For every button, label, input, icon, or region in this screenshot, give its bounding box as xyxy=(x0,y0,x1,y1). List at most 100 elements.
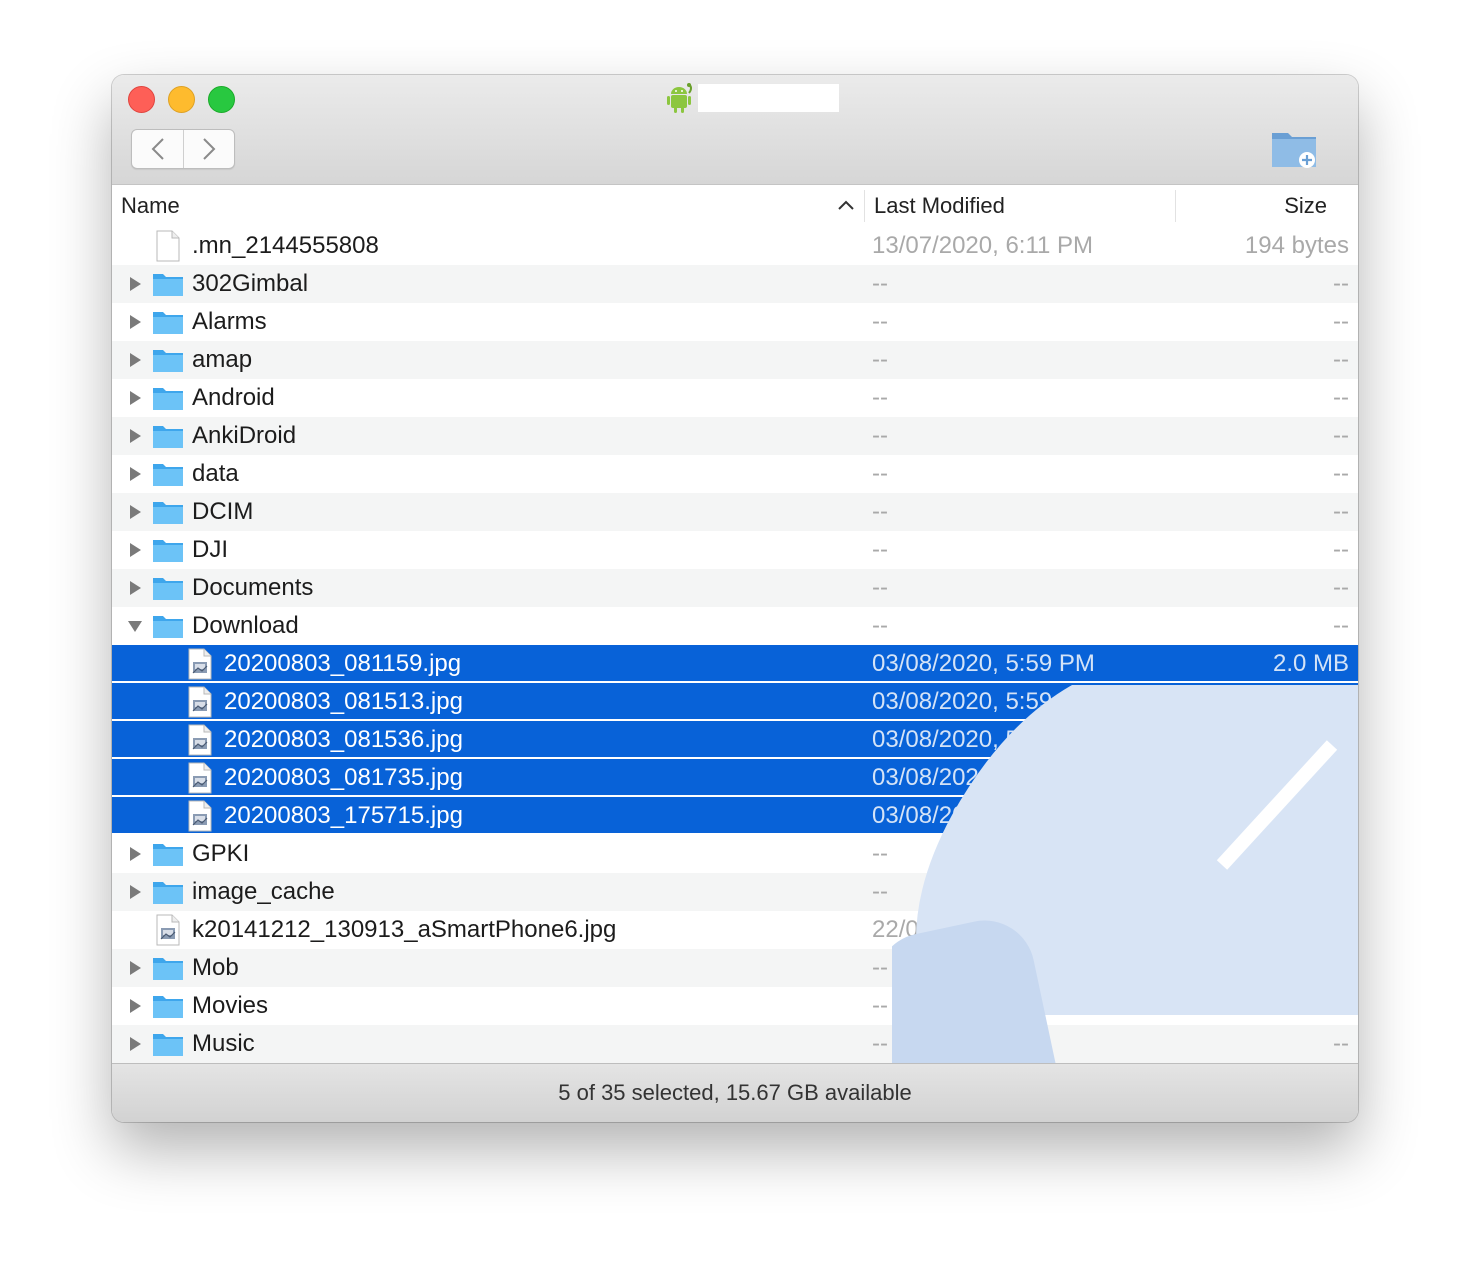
folder-icon xyxy=(153,502,183,524)
file-size-value: -- xyxy=(1333,460,1349,487)
disclosure-triangle-right-icon[interactable] xyxy=(128,352,142,368)
last-modified-value: -- xyxy=(872,840,888,867)
disclosure-triangle-down-icon[interactable] xyxy=(128,618,142,634)
file-transfer-window: Name Last Modified Size .mn_2144555808 13… xyxy=(112,75,1358,1122)
file-size-value: 2.8 MB xyxy=(1272,688,1349,715)
folder-row[interactable]: image_cache -- -- xyxy=(112,873,1358,911)
file-name: DJI xyxy=(192,536,228,563)
last-modified-value: -- xyxy=(872,536,888,563)
size-column-header[interactable]: Size xyxy=(1284,185,1327,227)
file-name: Android xyxy=(192,384,275,411)
disclosure-triangle-right-icon[interactable] xyxy=(128,504,142,520)
last-modified-value: -- xyxy=(872,270,888,297)
device-name-field xyxy=(698,84,839,112)
last-modified-value: 03/08/2020, 5:59 PM xyxy=(872,650,1095,677)
column-divider[interactable] xyxy=(864,190,865,222)
folder-icon xyxy=(153,616,183,638)
chevron-up-icon xyxy=(838,200,854,210)
folder-row[interactable]: amap -- -- xyxy=(112,341,1358,379)
file-name: 302Gimbal xyxy=(192,270,309,297)
last-modified-value: -- xyxy=(872,498,888,525)
last-modified-value: 03/08/2020, 5:59 PM xyxy=(872,726,1095,753)
folder-row[interactable]: Alarms -- -- xyxy=(112,303,1358,341)
disclosure-triangle-right-icon[interactable] xyxy=(128,314,142,330)
file-name: Movies xyxy=(192,992,269,1019)
file-name: GPKI xyxy=(192,840,250,867)
folder-row[interactable]: AnkiDroid -- -- xyxy=(112,417,1358,455)
chevron-right-icon xyxy=(202,138,215,160)
file-size-value: 194 bytes xyxy=(1244,232,1349,259)
file-row[interactable]: 20200803_081513.jpg 03/08/2020, 5:59 PM 2.… xyxy=(112,683,1358,721)
folder-row[interactable]: Android -- -- xyxy=(112,379,1358,417)
android-device-icon xyxy=(667,83,692,113)
folder-icon xyxy=(153,274,183,296)
disclosure-triangle-right-icon[interactable] xyxy=(128,884,142,900)
file-name: image_cache xyxy=(192,878,335,905)
disclosure-triangle-right-icon[interactable] xyxy=(128,960,142,976)
file-name: 20200803_081159.jpg xyxy=(224,650,462,677)
folder-row[interactable]: Download -- -- xyxy=(112,607,1358,645)
folder-row[interactable]: DJI -- -- xyxy=(112,531,1358,569)
file-row[interactable]: 20200803_081735.jpg 03/08/2020, 5:59 PM 1.… xyxy=(112,759,1358,797)
file-name: DCIM xyxy=(192,498,254,525)
file-size-value: -- xyxy=(1333,536,1349,563)
close-window-button[interactable] xyxy=(128,86,155,113)
disclosure-triangle-right-icon[interactable] xyxy=(128,390,142,406)
folder-row[interactable]: GPKI -- -- xyxy=(112,835,1358,873)
file-size-value: -- xyxy=(1333,1030,1349,1057)
disclosure-triangle-right-icon[interactable] xyxy=(128,428,142,444)
disclosure-triangle-right-icon[interactable] xyxy=(128,276,142,292)
navigation-buttons xyxy=(131,129,235,169)
folder-icon xyxy=(153,1034,183,1056)
folder-row[interactable]: Music -- -- xyxy=(112,1025,1358,1063)
folder-row[interactable]: Movies -- -- xyxy=(112,987,1358,1025)
column-divider[interactable] xyxy=(1175,190,1176,222)
last-modified-value: -- xyxy=(872,878,888,905)
file-name: amap xyxy=(192,346,253,373)
last-modified-value: -- xyxy=(872,460,888,487)
file-size-value: -- xyxy=(1333,384,1349,411)
file-size-value: -- xyxy=(1333,346,1349,373)
column-header: Name Last Modified Size xyxy=(112,185,1358,227)
file-name: Alarms xyxy=(192,308,267,335)
last-modified-column-header[interactable]: Last Modified xyxy=(874,185,1005,227)
image-file-icon xyxy=(188,800,212,832)
last-modified-value: 22/05/2020, 7:38 PM xyxy=(872,916,1095,943)
disclosure-triangle-right-icon[interactable] xyxy=(128,542,142,558)
folder-icon xyxy=(153,350,183,372)
folder-icon xyxy=(153,464,183,486)
file-size-value: 2.0 MB xyxy=(1272,650,1349,677)
file-row[interactable]: 20200803_175715.jpg 03/08/2020, 5:59 PM 3.… xyxy=(112,797,1358,835)
folder-row[interactable]: Mob -- -- xyxy=(112,949,1358,987)
disclosure-triangle-right-icon[interactable] xyxy=(128,998,142,1014)
new-folder-button[interactable] xyxy=(1270,127,1320,171)
forward-button[interactable] xyxy=(183,130,234,168)
file-row[interactable]: k20141212_130913_aSmartPhone6.jpg 22/05/2… xyxy=(112,911,1358,949)
disclosure-triangle-right-icon[interactable] xyxy=(128,1036,142,1052)
name-column-header[interactable]: Name xyxy=(121,185,180,227)
disclosure-triangle-right-icon[interactable] xyxy=(128,580,142,596)
folder-row[interactable]: Documents -- -- xyxy=(112,569,1358,607)
disclosure-triangle-right-icon[interactable] xyxy=(128,466,142,482)
file-name: 20200803_175715.jpg xyxy=(224,802,463,829)
folder-icon xyxy=(153,540,183,562)
chevron-left-icon xyxy=(151,138,164,160)
folder-row[interactable]: DCIM -- -- xyxy=(112,493,1358,531)
image-file-icon xyxy=(188,762,212,794)
last-modified-value: 03/08/2020, 5:59 PM xyxy=(872,688,1095,715)
file-size-value: -- xyxy=(1333,992,1349,1019)
file-size-value: -- xyxy=(1333,422,1349,449)
disclosure-triangle-right-icon[interactable] xyxy=(128,846,142,862)
file-size-value: 123 KB xyxy=(1270,916,1349,943)
minimize-window-button[interactable] xyxy=(168,86,195,113)
file-row[interactable]: .mn_2144555808 13/07/2020, 6:11 PM 194 byt… xyxy=(112,227,1358,265)
zoom-window-button[interactable] xyxy=(208,86,235,113)
folder-row[interactable]: data -- -- xyxy=(112,455,1358,493)
back-button[interactable] xyxy=(132,130,184,168)
file-size-value: -- xyxy=(1333,308,1349,335)
file-row[interactable]: 20200803_081159.jpg 03/08/2020, 5:59 PM 2.… xyxy=(112,645,1358,683)
last-modified-value: -- xyxy=(872,422,888,449)
folder-row[interactable]: 302Gimbal -- -- xyxy=(112,265,1358,303)
file-row[interactable]: 20200803_081536.jpg 03/08/2020, 5:59 PM 2.… xyxy=(112,721,1358,759)
folder-icon xyxy=(153,426,183,448)
